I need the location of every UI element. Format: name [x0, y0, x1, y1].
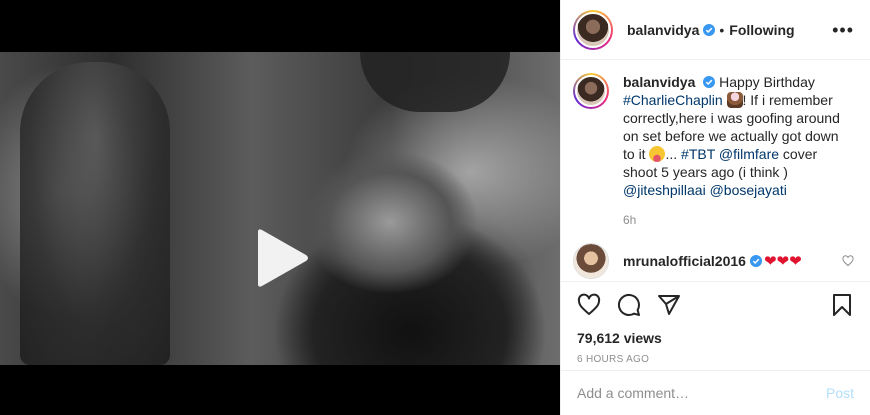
commenter-username[interactable]: mrunalofficial2016: [623, 253, 746, 269]
caption-text: balanvidya Happy Birthday #CharlieChapli…: [623, 73, 854, 199]
verified-badge-icon: [703, 76, 716, 88]
caption-author-avatar[interactable]: [573, 73, 609, 109]
like-heart-icon[interactable]: [577, 293, 601, 317]
comment-input[interactable]: [577, 385, 826, 401]
comment-bubble-icon[interactable]: [617, 293, 641, 317]
comment-text: ❤❤❤: [763, 253, 802, 270]
comment-item: mrunalofficial2016 ❤❤❤: [573, 243, 854, 279]
verified-badge-icon: [703, 23, 716, 36]
view-count[interactable]: 79,612 views: [577, 330, 854, 346]
caption-part3: ...: [665, 146, 678, 162]
author-username[interactable]: balanvidya: [627, 22, 699, 38]
comment-like-heart-icon[interactable]: [842, 255, 854, 267]
play-button[interactable]: [250, 228, 310, 288]
hashtag-charliechaplin[interactable]: #CharlieChaplin: [623, 92, 723, 108]
separator-dot: •: [719, 21, 725, 38]
media-area: [0, 0, 560, 415]
more-options-icon[interactable]: •••: [832, 21, 854, 39]
comments-section: balanvidya Happy Birthday #CharlieChapli…: [561, 61, 870, 281]
mention-filmfare[interactable]: @filmfare: [719, 146, 779, 162]
caption-part1: Happy Birthday: [719, 74, 815, 90]
commenter-avatar[interactable]: [573, 243, 609, 279]
verified-badge-icon: [749, 255, 762, 267]
share-paper-plane-icon[interactable]: [657, 293, 681, 317]
author-avatar[interactable]: [573, 9, 613, 50]
post-age[interactable]: 6 HOURS AGO: [577, 354, 854, 365]
add-comment-bar: Post: [561, 370, 870, 415]
post-header: balanvidya • Following •••: [561, 0, 870, 60]
post-comment-button[interactable]: Post: [826, 385, 854, 401]
caption-timestamp[interactable]: 6h: [623, 213, 854, 227]
caption-author-username[interactable]: balanvidya: [623, 74, 695, 90]
birthday-cake-emoji-icon: [726, 92, 743, 108]
following-button[interactable]: Following: [729, 22, 794, 38]
video-frame-background-figure: [20, 62, 170, 365]
action-icons-row: [577, 290, 854, 320]
caption: balanvidya Happy Birthday #CharlieChapli…: [573, 73, 854, 199]
play-icon: [258, 229, 308, 287]
video-player[interactable]: [0, 52, 560, 365]
save-bookmark-icon[interactable]: [830, 293, 854, 317]
tongue-out-emoji-icon: [649, 146, 666, 162]
post-actions: 79,612 views 6 HOURS AGO: [561, 281, 870, 365]
mention-jiteshpillaai[interactable]: @jiteshpillaai: [623, 182, 706, 198]
post-panel: balanvidya • Following ••• balanvidya Ha…: [560, 0, 870, 415]
hashtag-tbt[interactable]: #TBT: [681, 146, 715, 162]
mention-bosejayati[interactable]: @bosejayati: [710, 182, 787, 198]
